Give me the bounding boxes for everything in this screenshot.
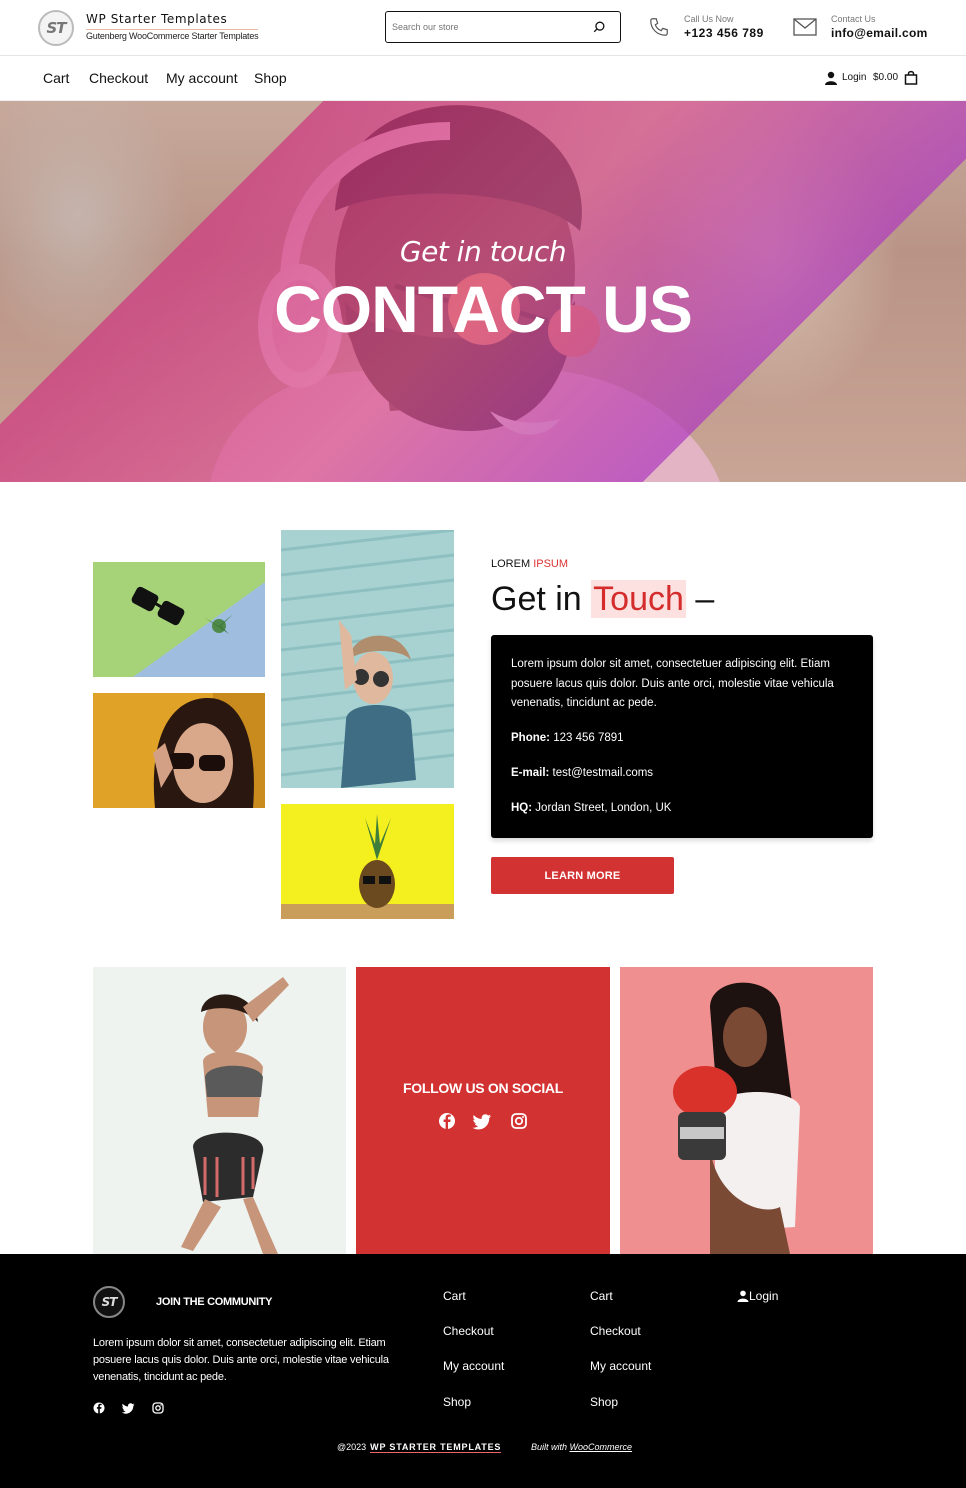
copyright-brand-link[interactable]: WP STARTER TEMPLATES [370,1442,502,1453]
nav-item-cart[interactable]: Cart [43,70,69,86]
footer-col1-my-account[interactable]: My account [443,1359,504,1373]
footer-col1-shop[interactable]: Shop [443,1395,471,1409]
footer-twitter-icon[interactable] [121,1403,135,1414]
social-tile: FOLLOW US ON SOCIAL [356,967,610,1254]
footer-social-icons [93,1402,164,1414]
facebook-icon[interactable] [439,1113,455,1129]
footer-col2-shop[interactable]: Shop [590,1395,618,1409]
email-value[interactable]: test@testmail.coms [553,767,654,779]
social-icons-row [439,1113,527,1130]
contact-hq: HQ: Jordan Street, London, UK [511,802,671,814]
instagram-icon[interactable] [511,1113,527,1129]
phone-icon [650,18,668,36]
hq-label: HQ: [511,802,533,814]
phone-label: Phone: [511,732,550,744]
hero-banner: Get in touch CONTACT US [0,101,966,482]
footer-instagram-icon[interactable] [152,1402,164,1414]
search-box [385,11,621,43]
pineapple-photo [281,804,454,919]
section-eyebrow: LOREM IPSUM [491,558,568,570]
mail-label: Contact Us [831,14,876,24]
phone-value[interactable]: 123 456 7891 [553,732,623,744]
contact-email: E-mail: test@testmail.coms [511,767,653,779]
woman-posing-photo [281,530,454,788]
copyright-year: @2023 [337,1442,367,1452]
footer-description: Lorem ipsum dolor sit amet, consectetuer… [93,1337,389,1383]
login-link[interactable]: Login [842,72,866,83]
boxing-woman-photo [620,967,873,1254]
shopping-bag-icon[interactable] [904,70,918,85]
footer-login-link[interactable]: Login [749,1289,778,1303]
hero-subtitle: Get in touch [399,235,567,268]
logo-text: ST [46,19,66,37]
user-icon[interactable] [824,71,838,85]
contact-paragraph: Lorem ipsum dolor sit amet, consectetuer… [511,658,834,709]
footer-col2-my-account[interactable]: My account [590,1359,651,1373]
footer-facebook-icon[interactable] [93,1402,105,1414]
follow-us-title: FOLLOW US ON SOCIAL [403,1080,563,1096]
nav-item-shop[interactable]: Shop [254,70,287,86]
top-header: ST WP Starter Templates Gutenberg WooCom… [0,0,966,56]
footer-col1-cart[interactable]: Cart [443,1289,466,1303]
site-title[interactable]: WP Starter Templates [86,12,227,26]
cart-total[interactable]: $0.00 [873,72,898,83]
call-number[interactable]: +123 456 789 [684,26,764,40]
footer-col2-cart[interactable]: Cart [590,1289,613,1303]
footer-col1-checkout[interactable]: Checkout [443,1324,494,1338]
contact-info-box: Lorem ipsum dolor sit amet, consectetuer… [491,635,873,838]
search-icon[interactable] [592,20,606,34]
footer-logo-text: ST [101,1295,118,1309]
footer-col2-checkout[interactable]: Checkout [590,1324,641,1338]
hq-value: Jordan Street, London, UK [535,802,672,814]
footer-logo[interactable]: ST [93,1286,125,1318]
section-title: Get in Touch – [491,580,714,619]
search-input[interactable] [392,19,582,35]
mail-icon [793,18,817,36]
title-accent: Touch [591,580,686,618]
site-tagline: Gutenberg WooCommerce Starter Templates [86,29,259,41]
nav-item-checkout[interactable]: Checkout [89,70,148,86]
nav-item-my-account[interactable]: My account [166,70,238,86]
footer-built-with: Built with WooCommerce [531,1442,632,1452]
title-dash: – [695,580,715,618]
footer-copyright: @2023 WP STARTER TEMPLATES [337,1442,502,1453]
learn-more-button[interactable]: LEARN MORE [491,857,674,894]
main-nav: Cart Checkout My account Shop Login $0.0… [0,56,966,101]
email-label: E-mail: [511,767,550,779]
eyebrow-word-a: LOREM [491,558,531,570]
contact-phone: Phone: 123 456 7891 [511,732,624,744]
hero-title: CONTACT US [274,272,693,346]
built-with-text: Built with [531,1442,568,1452]
title-part-a: Get in [491,580,582,618]
footer-join-title: JOIN THE COMMUNITY [156,1296,273,1308]
woman-sunglasses-photo [93,693,265,808]
mail-address[interactable]: info@email.com [831,26,928,40]
site-logo[interactable]: ST [38,10,74,46]
eyebrow-word-b: IPSUM [533,558,569,570]
site-footer: ST JOIN THE COMMUNITY Lorem ipsum dolor … [0,1254,966,1488]
twitter-icon[interactable] [472,1114,491,1130]
footer-user-icon[interactable] [737,1290,749,1302]
fitness-woman-photo [93,967,346,1254]
woocommerce-link[interactable]: WooCommerce [570,1442,633,1452]
call-label: Call Us Now [684,14,734,24]
sunglasses-photo [93,562,265,677]
